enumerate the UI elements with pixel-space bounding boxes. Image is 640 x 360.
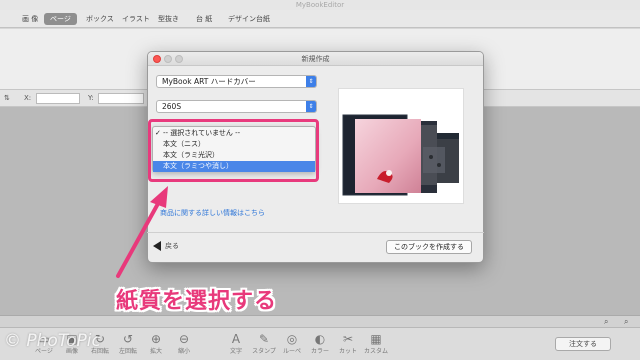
caption-text: 紙質を選択する <box>116 289 278 314</box>
watermark: © PhoToPic <box>4 331 101 351</box>
arrow-head-icon <box>150 186 168 208</box>
annotation-arrow <box>116 186 168 278</box>
arrow-shaft <box>116 198 162 278</box>
